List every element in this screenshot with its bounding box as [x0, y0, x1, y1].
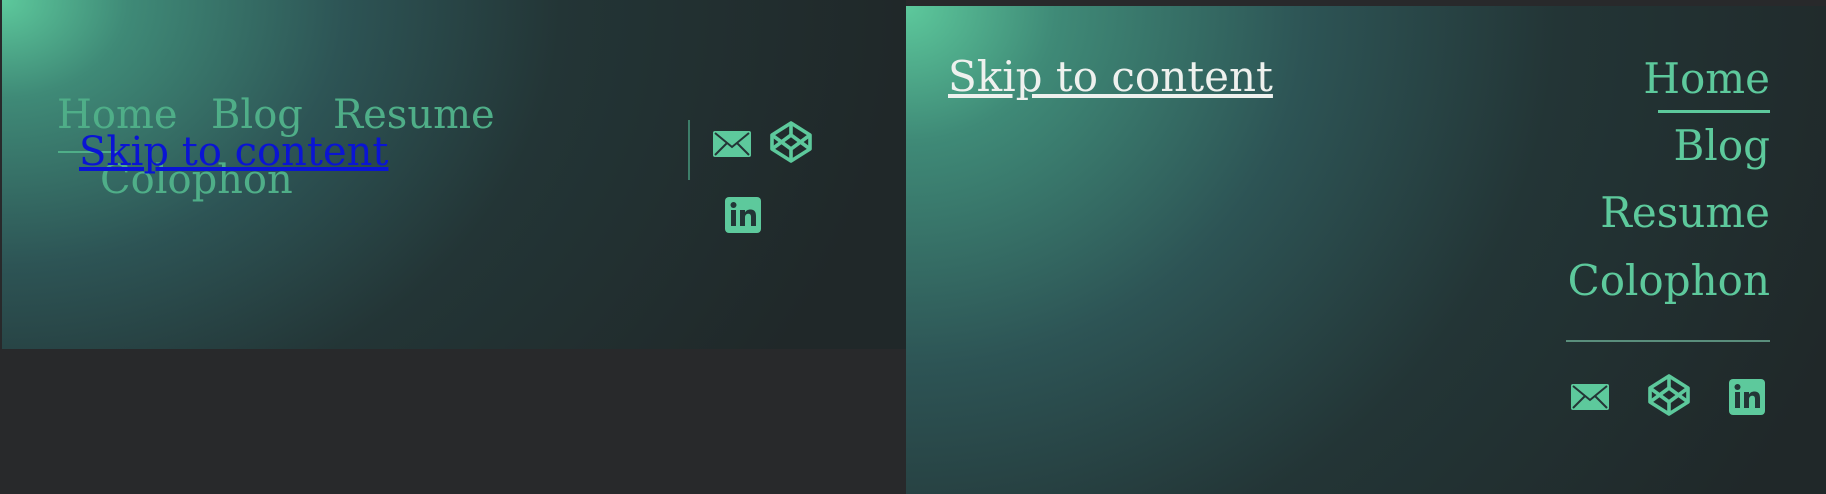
nav-blog-link[interactable]: Blog — [1674, 125, 1770, 167]
codepen-icon[interactable] — [1646, 372, 1692, 418]
header-preview-left: Home Blog Resume Colophon Skip to conten… — [2, 0, 906, 349]
nav-resume-link[interactable]: Resume — [1600, 192, 1770, 234]
nav-divider — [1566, 340, 1770, 342]
nav-home-link[interactable]: Home — [1643, 58, 1770, 100]
mail-icon[interactable] — [1569, 376, 1611, 418]
mail-icon[interactable] — [711, 123, 753, 165]
linkedin-icon[interactable] — [724, 196, 762, 234]
nav-divider — [688, 120, 690, 180]
active-nav-underline — [1658, 110, 1770, 113]
codepen-icon[interactable] — [768, 119, 814, 165]
linkedin-icon[interactable] — [1728, 378, 1766, 416]
skip-to-content-link[interactable]: Skip to content — [948, 56, 1273, 98]
header-preview-right: Skip to content Home Blog Resume Colopho… — [906, 6, 1826, 494]
nav-colophon-link[interactable]: Colophon — [1568, 260, 1770, 302]
skip-to-content-link[interactable]: Skip to content — [79, 132, 388, 172]
